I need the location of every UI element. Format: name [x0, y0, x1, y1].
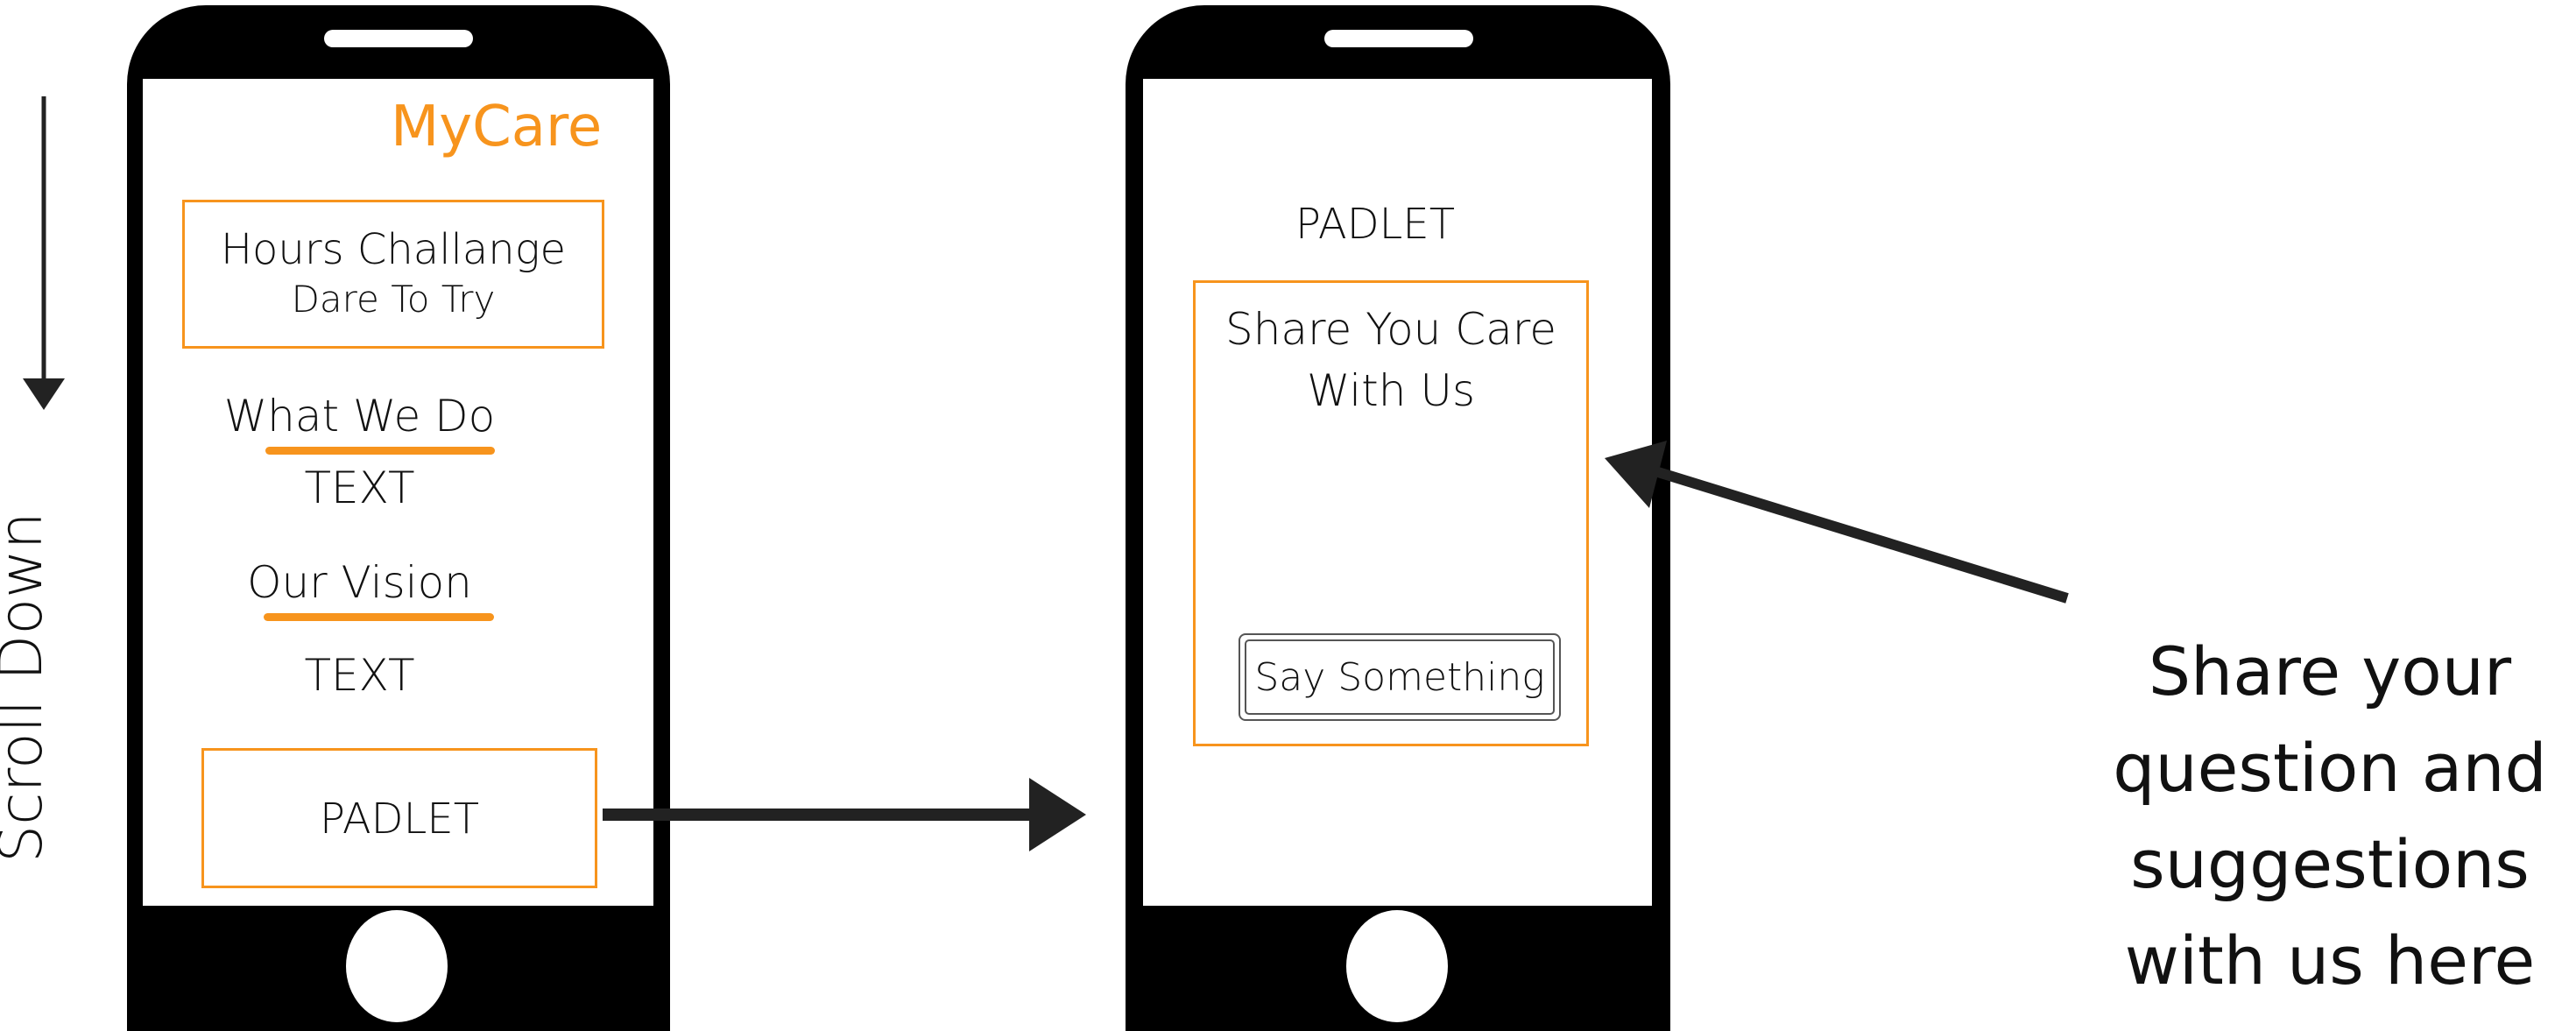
arrow-pointer-icon	[1605, 441, 2069, 604]
caption-line: with us here	[2124, 922, 2536, 999]
caption-line: Share your	[2148, 632, 2512, 710]
caption-line: suggestions	[2130, 825, 2530, 903]
caption-line: question and	[2113, 729, 2547, 807]
arrow-right-icon	[603, 778, 1086, 851]
